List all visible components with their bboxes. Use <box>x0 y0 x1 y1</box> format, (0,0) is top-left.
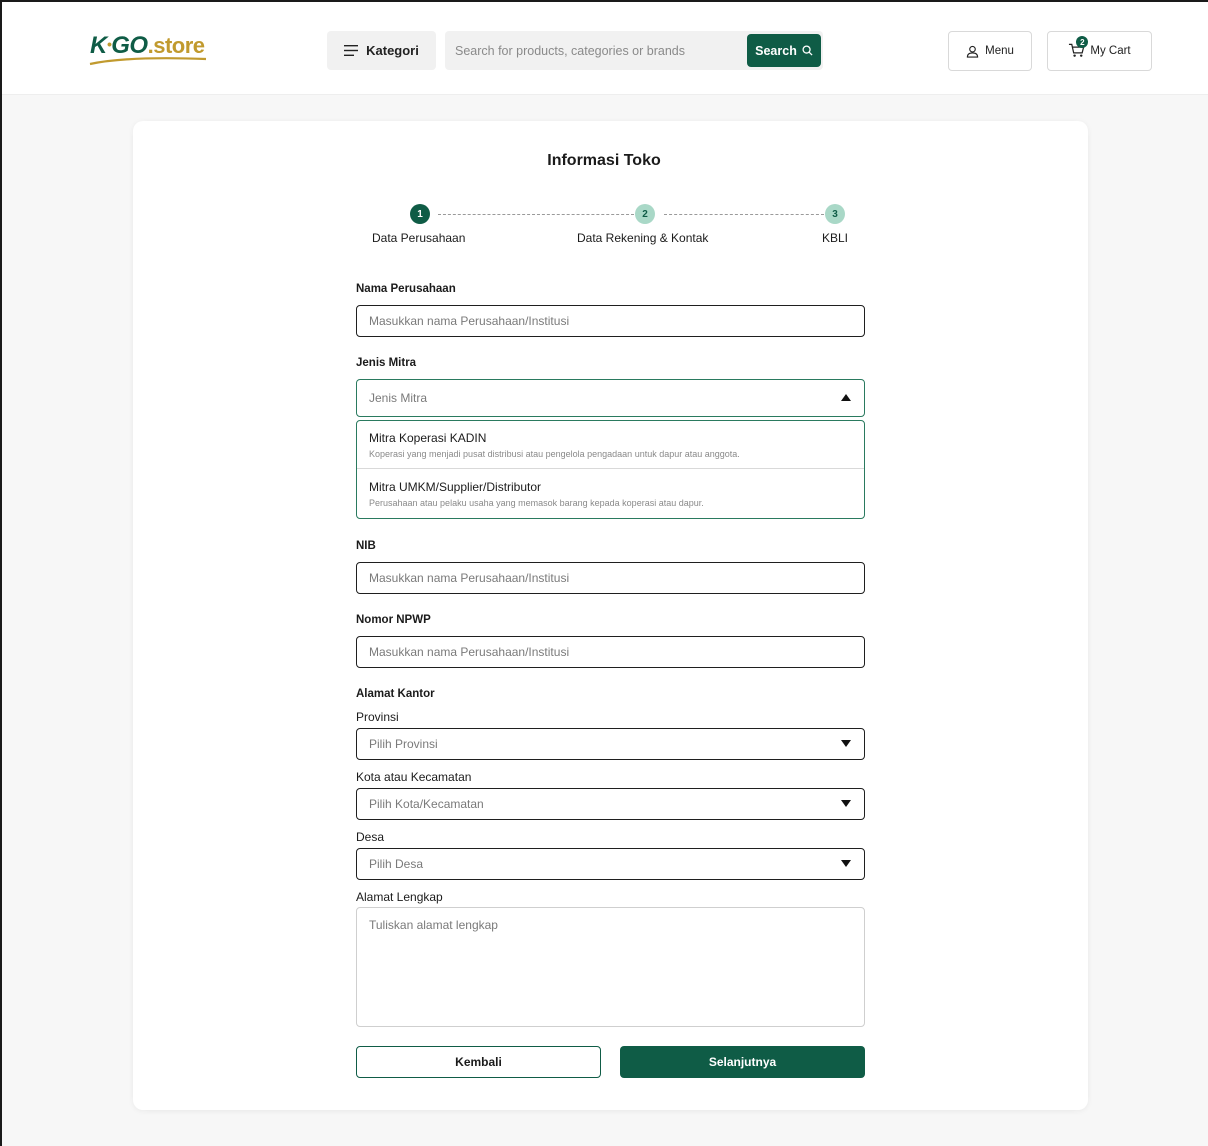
top-header: K•GO.store Kategori Search Menu <box>0 0 1208 95</box>
menu-button[interactable]: Menu <box>948 31 1032 71</box>
option-title: Mitra UMKM/Supplier/Distributor <box>369 480 542 494</box>
cart-count-badge: 2 <box>1076 36 1089 48</box>
logo-store: .store <box>147 33 205 58</box>
kota-label: Kota atau Kecamatan <box>356 770 472 784</box>
caret-down-icon <box>841 860 851 867</box>
nama-perusahaan-label: Nama Perusahaan <box>356 283 456 295</box>
search-input[interactable] <box>455 31 745 70</box>
dropdown-divider <box>357 468 864 469</box>
kota-select[interactable]: Pilih Kota/Kecamatan <box>356 788 865 820</box>
step-connector-1 <box>438 214 634 215</box>
option-description: Perusahaan atau pelaku usaha yang memaso… <box>369 498 704 508</box>
jenis-mitra-dropdown: Mitra Koperasi KADIN Koperasi yang menja… <box>356 420 865 519</box>
npwp-label: Nomor NPWP <box>356 614 431 626</box>
nama-perusahaan-input[interactable] <box>356 305 865 337</box>
option-title: Mitra Koperasi KADIN <box>369 431 487 445</box>
desa-placeholder: Pilih Desa <box>369 857 424 871</box>
nib-label: NIB <box>356 540 376 552</box>
next-button[interactable]: Selanjutnya <box>620 1046 865 1078</box>
caret-down-icon <box>841 740 851 747</box>
logo-swoosh-icon <box>89 57 207 66</box>
nib-input[interactable] <box>356 562 865 594</box>
jenis-mitra-placeholder: Jenis Mitra <box>369 391 428 405</box>
logo-go: GO <box>111 32 148 59</box>
caret-down-icon <box>841 800 851 807</box>
alamat-lengkap-label: Alamat Lengkap <box>356 890 443 904</box>
kota-placeholder: Pilih Kota/Kecamatan <box>369 797 484 811</box>
step-3-label: KBLI <box>822 231 849 245</box>
step-1-dot: 1 <box>410 204 430 224</box>
step-connector-2 <box>664 214 824 215</box>
provinsi-label: Provinsi <box>356 710 399 724</box>
alamat-lengkap-textarea[interactable] <box>356 907 865 1027</box>
user-icon <box>966 45 979 58</box>
provinsi-placeholder: Pilih Provinsi <box>369 737 438 751</box>
hamburger-icon <box>344 45 359 56</box>
kategori-label: Kategori <box>366 43 419 58</box>
step-1-label: Data Perusahaan <box>372 231 466 245</box>
desa-select[interactable]: Pilih Desa <box>356 848 865 880</box>
step-2-label: Data Rekening & Kontak <box>577 231 709 245</box>
provinsi-select[interactable]: Pilih Provinsi <box>356 728 865 760</box>
back-button[interactable]: Kembali <box>356 1046 601 1078</box>
search-bar: Search <box>445 31 823 70</box>
jenis-mitra-select[interactable]: Jenis Mitra <box>356 379 865 417</box>
cart-button[interactable]: 2 My Cart <box>1047 31 1152 71</box>
npwp-input[interactable] <box>356 636 865 668</box>
logo-k: K <box>90 32 107 59</box>
jenis-mitra-label: Jenis Mitra <box>356 357 417 369</box>
dropdown-option-umkm[interactable]: Mitra UMKM/Supplier/Distributor Perusaha… <box>357 480 864 508</box>
desa-label: Desa <box>356 830 385 844</box>
kategori-button[interactable]: Kategori <box>327 31 436 70</box>
dropdown-option-koperasi[interactable]: Mitra Koperasi KADIN Koperasi yang menja… <box>357 431 864 459</box>
search-button-label: Search <box>755 43 797 58</box>
cart-icon-wrapper: 2 <box>1068 36 1089 60</box>
step-2-dot: 2 <box>635 204 655 224</box>
alamat-kantor-heading: Alamat Kantor <box>356 688 435 700</box>
caret-up-icon <box>841 394 851 401</box>
menu-label: Menu <box>985 45 1014 57</box>
option-description: Koperasi yang menjadi pusat distribusi a… <box>369 449 740 459</box>
cart-label: My Cart <box>1090 45 1131 57</box>
step-3-dot: 3 <box>825 204 845 224</box>
search-icon <box>802 45 813 56</box>
page-title: Informasi Toko <box>547 152 661 169</box>
search-button[interactable]: Search <box>747 34 821 67</box>
